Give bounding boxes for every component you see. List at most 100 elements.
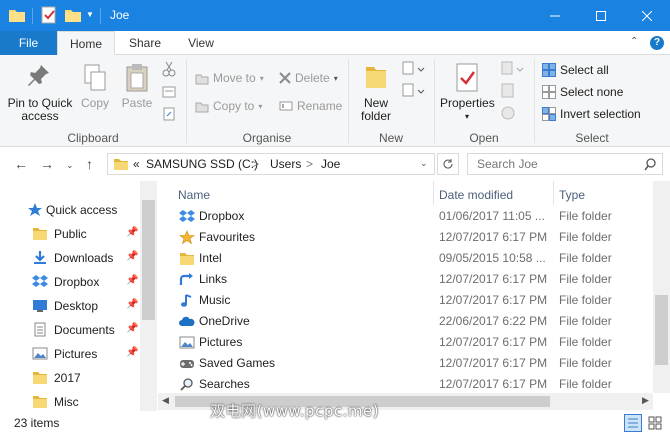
refresh-button[interactable] <box>437 153 459 175</box>
table-row[interactable]: Pictures 12/07/2017 6:17 PM File folder <box>174 332 644 353</box>
breadcrumb-overflow[interactable]: « <box>133 157 140 171</box>
tab-home[interactable]: Home <box>57 31 115 56</box>
table-row[interactable]: Intel 09/05/2015 10:58 ... File folder <box>174 248 644 269</box>
sidebar-item-dropbox[interactable]: Dropbox 📌 <box>0 271 140 293</box>
address-dropdown-icon[interactable]: ⌄ <box>420 158 428 169</box>
copy-path-icon[interactable] <box>162 85 176 99</box>
file-date: 12/07/2017 6:17 PM <box>439 377 548 391</box>
back-arrow-icon[interactable]: ← <box>14 156 28 172</box>
sidebar-item-pictures[interactable]: Pictures 📌 <box>0 343 140 365</box>
select-none-button[interactable]: Select none <box>542 83 623 101</box>
tab-view[interactable]: View <box>176 31 226 55</box>
table-row[interactable]: Favourites 12/07/2017 6:17 PM File folder <box>174 227 644 248</box>
sidebar-item-label: 2017 <box>54 371 81 385</box>
breadcrumb-separator[interactable]: > <box>306 157 313 171</box>
folder-icon <box>114 159 128 170</box>
folder-icon[interactable] <box>8 6 26 24</box>
table-row[interactable]: OneDrive 22/06/2017 6:22 PM File folder <box>174 311 644 332</box>
sidebar-item-label: Documents <box>54 323 115 337</box>
copy-to-button[interactable]: Copy to ▾ <box>195 97 262 115</box>
copy-button[interactable]: Copy <box>80 63 110 110</box>
history-icon[interactable] <box>500 105 516 121</box>
breadcrumb-users[interactable]: Users <box>270 157 301 171</box>
pin-icon[interactable]: 📌 <box>126 347 138 358</box>
sidebar-item-downloads[interactable]: Downloads 📌 <box>0 247 140 269</box>
select-all-button[interactable]: Select all <box>542 61 609 79</box>
collapse-ribbon-icon[interactable]: ⌃ <box>630 36 638 47</box>
edit-icon[interactable] <box>500 83 516 99</box>
rename-button[interactable]: Rename <box>279 97 342 115</box>
move-to-button[interactable]: Move to ▾ <box>195 69 264 87</box>
pin-icon[interactable]: 📌 <box>126 299 138 310</box>
scroll-left-icon[interactable]: ◀ <box>162 395 169 406</box>
close-button[interactable] <box>624 0 670 31</box>
breadcrumb-joe[interactable]: Joe <box>321 157 340 171</box>
move-to-label: Move to <box>213 71 256 85</box>
paste-button[interactable]: Paste <box>120 63 154 110</box>
quick-access-item[interactable]: Quick access <box>0 199 140 221</box>
invert-selection-button[interactable]: Invert selection <box>542 105 641 123</box>
chevron-down-icon[interactable]: ▼ <box>86 10 94 19</box>
sidebar-item-2017[interactable]: 2017 <box>0 367 140 389</box>
sidebar-item-misc[interactable]: Misc <box>0 391 140 413</box>
maximize-icon <box>596 10 606 21</box>
column-header-date[interactable]: Date modified <box>439 188 513 202</box>
file-name: Dropbox <box>199 209 245 223</box>
minimize-button[interactable] <box>532 0 578 31</box>
pin-to-quick-access-button[interactable]: Pin to Quick access <box>4 63 76 123</box>
table-row[interactable]: Dropbox 01/06/2017 11:05 ... File folder <box>174 206 644 227</box>
scroll-right-icon[interactable]: ▶ <box>642 395 649 406</box>
nav-scrollbar-thumb[interactable] <box>142 200 155 320</box>
table-row[interactable]: Music 12/07/2017 6:17 PM File folder <box>174 290 644 311</box>
table-row[interactable]: Links 12/07/2017 6:17 PM File folder <box>174 269 644 290</box>
search-input[interactable]: Search Joe <box>467 153 663 175</box>
table-row[interactable]: Saved Games 12/07/2017 6:17 PM File folder <box>174 353 644 374</box>
open-icon[interactable] <box>500 61 524 77</box>
help-icon[interactable]: ? <box>650 36 664 50</box>
new-folder-icon[interactable] <box>64 6 82 24</box>
table-row[interactable]: Searches 12/07/2017 6:17 PM File folder <box>174 374 644 395</box>
file-date: 01/06/2017 11:05 ... <box>439 209 545 223</box>
recent-locations-icon[interactable]: ⌄ <box>66 160 74 171</box>
copy-icon <box>84 64 106 91</box>
maximize-button[interactable] <box>578 0 624 31</box>
clipboard-group-label: Clipboard <box>67 131 119 145</box>
easy-access-icon[interactable] <box>401 83 425 99</box>
new-item-icon[interactable] <box>401 61 425 77</box>
onedrive-icon <box>179 314 195 329</box>
paste-icon <box>126 64 148 92</box>
sidebar-item-documents[interactable]: Documents 📌 <box>0 319 140 341</box>
properties-button[interactable]: Properties ▾ <box>440 63 495 123</box>
column-header-type[interactable]: Type <box>559 188 585 202</box>
breadcrumb-drive[interactable]: SAMSUNG SSD (C:) <box>146 157 258 171</box>
pin-icon[interactable]: 📌 <box>126 227 138 238</box>
tab-file[interactable]: File <box>0 31 57 55</box>
column-header-name[interactable]: Name <box>178 188 210 202</box>
delete-button[interactable]: Delete ▾ <box>279 69 338 87</box>
folder-icon <box>32 394 50 410</box>
paste-shortcut-icon[interactable] <box>162 107 176 121</box>
pin-icon[interactable]: 📌 <box>126 251 138 262</box>
column-divider[interactable] <box>553 181 554 205</box>
file-list-scrollbar-thumb[interactable] <box>655 295 668 365</box>
pictures-icon <box>179 335 195 350</box>
up-arrow-icon[interactable]: ↑ <box>86 156 93 172</box>
pin-icon[interactable]: 📌 <box>126 323 138 334</box>
sidebar-item-desktop[interactable]: Desktop 📌 <box>0 295 140 317</box>
details-view-icon[interactable] <box>624 414 642 432</box>
breadcrumb-separator[interactable]: > <box>252 157 259 171</box>
address-bar[interactable]: « SAMSUNG SSD (C:) > Users > Joe ⌄ <box>107 153 435 175</box>
tab-share[interactable]: Share <box>120 31 170 55</box>
sidebar-item-public[interactable]: Public 📌 <box>0 223 140 245</box>
refresh-icon <box>443 159 453 169</box>
cut-icon[interactable] <box>162 61 176 77</box>
pin-icon[interactable]: 📌 <box>126 275 138 286</box>
new-folder-button[interactable]: New folder <box>356 63 396 123</box>
column-divider[interactable] <box>433 181 434 205</box>
sidebar-item-label: Desktop <box>54 299 99 313</box>
forward-arrow-icon[interactable]: → <box>40 156 54 172</box>
large-icons-view-icon[interactable] <box>646 414 664 432</box>
file-date: 12/07/2017 6:17 PM <box>439 230 548 244</box>
properties-icon[interactable] <box>40 6 58 24</box>
move-to-icon <box>195 74 209 85</box>
